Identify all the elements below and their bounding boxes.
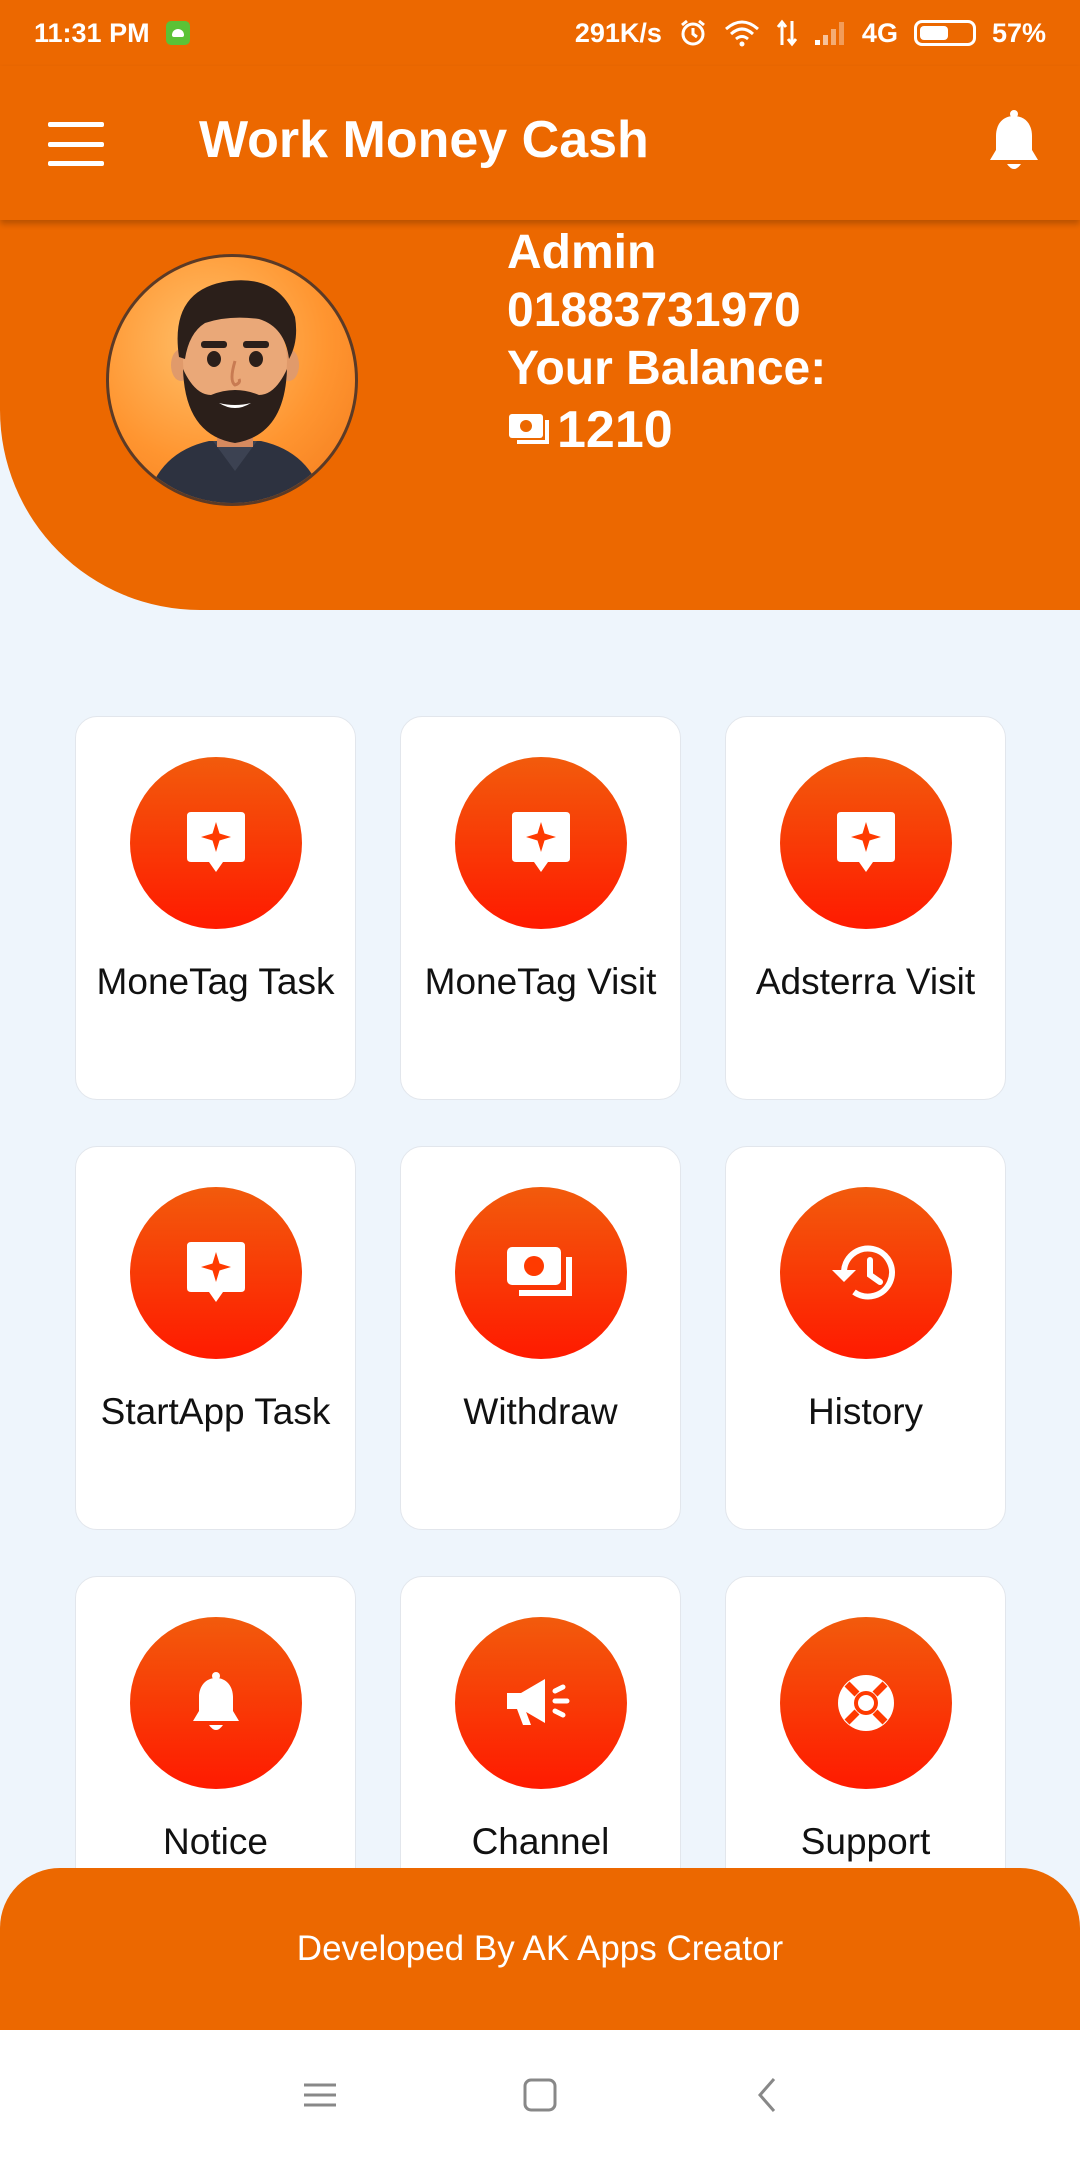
money-icon: [454, 1187, 627, 1359]
menu-card-label: MoneTag Visit: [424, 961, 657, 1002]
footer-credit: Developed By AK Apps Creator: [296, 1929, 784, 1968]
menu-card-monetag-task[interactable]: MoneTag Task: [75, 716, 356, 1100]
menu-card-label: Adsterra Visit: [755, 961, 976, 1002]
menu-card-label: Notice: [163, 1821, 268, 1862]
lifebuoy-icon: [779, 1617, 952, 1789]
bell-icon[interactable]: [984, 110, 1044, 176]
app-bar: Work Money Cash: [0, 66, 1080, 220]
balance-value: 1210: [557, 401, 673, 459]
alarm-icon: [680, 19, 705, 46]
menu-grid: MoneTag Task MoneTag Visit Adsterra Visit S…: [75, 716, 1006, 1960]
back-icon[interactable]: [748, 2075, 788, 2115]
signal-icon: [814, 22, 844, 45]
user-phone: 01883731970: [507, 284, 801, 337]
menu-card-label: Withdraw: [463, 1391, 618, 1432]
battery-percent: 57%: [991, 17, 1046, 48]
menu-card-withdraw[interactable]: Withdraw: [400, 1146, 681, 1530]
message-star-icon: [779, 757, 952, 929]
status-time: 11:31 PM: [34, 17, 150, 48]
message-star-icon: [454, 757, 627, 929]
menu-card-monetag-visit[interactable]: MoneTag Visit: [400, 716, 681, 1100]
system-nav-bar: [0, 2030, 1080, 2160]
menu-card-startapp-task[interactable]: StartApp Task: [75, 1146, 356, 1530]
home-icon[interactable]: [520, 2075, 560, 2115]
wifi-icon: [724, 20, 759, 47]
network-speed: 291K/s: [574, 17, 662, 48]
recent-apps-icon[interactable]: [300, 2075, 340, 2115]
battery-icon: [913, 20, 976, 46]
data-arrows-icon: [776, 19, 798, 47]
network-type: 4G: [861, 17, 898, 48]
balance: 1210: [507, 398, 826, 462]
android-notification-icon: [165, 21, 190, 45]
money-icon: [509, 414, 549, 444]
status-bar: 11:31 PM 291K/s 4G 57%: [0, 0, 1080, 66]
menu-card-label: MoneTag Task: [96, 961, 335, 1002]
megaphone-icon: [454, 1617, 627, 1789]
hamburger-menu-icon[interactable]: [48, 122, 104, 166]
message-star-icon: [129, 1187, 302, 1359]
user-name: Admin: [507, 226, 657, 279]
profile-header: Admin 01883731970 Your Balance: 1210: [0, 210, 1080, 610]
bearded-man-avatar: [146, 280, 324, 503]
profile-info: Admin 01883731970 Your Balance: 1210: [507, 224, 826, 462]
page-title: Work Money Cash: [199, 111, 649, 169]
message-star-icon: [129, 757, 302, 929]
menu-card-adsterra-visit[interactable]: Adsterra Visit: [725, 716, 1006, 1100]
balance-label: Your Balance:: [507, 342, 827, 395]
bell-icon: [129, 1617, 302, 1789]
menu-card-label: Support: [800, 1821, 931, 1862]
menu-card-label: History: [807, 1391, 924, 1432]
avatar: [106, 254, 358, 506]
history-icon: [779, 1187, 952, 1359]
menu-card-history[interactable]: History: [725, 1146, 1006, 1530]
footer: Developed By AK Apps Creator: [0, 1868, 1080, 2030]
menu-card-label: Channel: [471, 1821, 610, 1862]
menu-card-label: StartApp Task: [100, 1391, 331, 1432]
